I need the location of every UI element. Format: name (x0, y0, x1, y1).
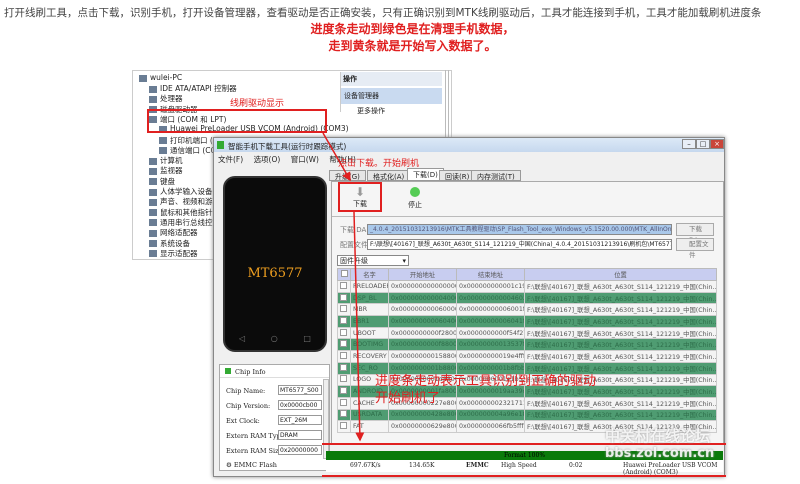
arrow-to-progress (353, 211, 365, 442)
arrow-to-download (322, 132, 351, 182)
annotation-arrows (322, 132, 365, 442)
watermark: 中关村在线论坛 bbs.zol.com.cn (605, 427, 715, 461)
